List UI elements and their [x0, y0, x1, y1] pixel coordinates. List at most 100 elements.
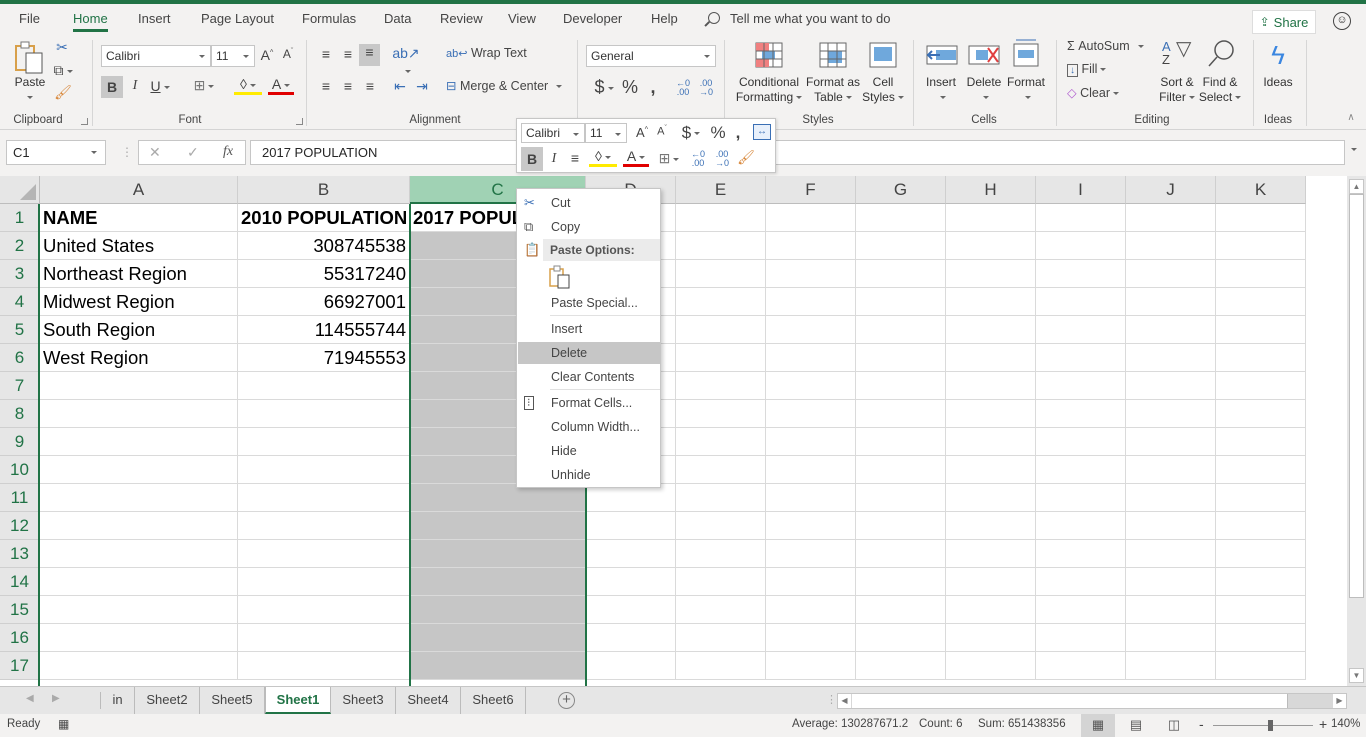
sheet-tab-in[interactable]: in — [101, 687, 135, 714]
zoom-level[interactable]: 140% — [1331, 718, 1360, 730]
zoom-in-button[interactable]: + — [1319, 716, 1327, 732]
cell-g11[interactable] — [856, 484, 946, 512]
cell-e9[interactable] — [676, 428, 766, 456]
cell-a16[interactable] — [40, 624, 238, 652]
format-cells-button[interactable]: Format — [1004, 75, 1048, 105]
zoom-out-button[interactable]: - — [1199, 716, 1204, 732]
sheet-tab-sheet1[interactable]: Sheet1 — [265, 687, 331, 714]
cell-j12[interactable] — [1126, 512, 1216, 540]
share-button[interactable]: ⇪ Share — [1252, 10, 1316, 34]
tab-formulas[interactable]: Formulas — [302, 11, 356, 26]
cell-i8[interactable] — [1036, 400, 1126, 428]
mini-fill-color-icon[interactable]: ◊ — [589, 148, 617, 167]
cell-a4[interactable]: Midwest Region — [40, 288, 238, 316]
row-header-10[interactable]: 10 — [0, 456, 40, 484]
cell-b10[interactable] — [238, 456, 410, 484]
mini-percent-button[interactable]: % — [709, 123, 727, 143]
cell-j14[interactable] — [1126, 568, 1216, 596]
cell-g17[interactable] — [856, 652, 946, 680]
menu-item-paste-special[interactable]: Paste Special... — [518, 292, 660, 314]
cell-h3[interactable] — [946, 260, 1036, 288]
cancel-entry-icon[interactable]: ✕ — [149, 144, 161, 161]
cell-b14[interactable] — [238, 568, 410, 596]
cell-k6[interactable] — [1216, 344, 1306, 372]
tab-split-grip-icon[interactable]: ⋮ — [826, 693, 837, 706]
sort-filter-button[interactable]: Sort & Filter — [1156, 75, 1198, 105]
autosum-button[interactable]: Σ AutoSum — [1067, 39, 1157, 53]
cell-f3[interactable] — [766, 260, 856, 288]
mini-align-center-icon[interactable]: ≡ — [567, 150, 583, 166]
cell-f12[interactable] — [766, 512, 856, 540]
row-header-14[interactable]: 14 — [0, 568, 40, 596]
cell-j2[interactable] — [1126, 232, 1216, 260]
cell-f5[interactable] — [766, 316, 856, 344]
cell-i10[interactable] — [1036, 456, 1126, 484]
cell-h6[interactable] — [946, 344, 1036, 372]
ideas-button[interactable]: Ideas — [1258, 75, 1298, 90]
cell-i16[interactable] — [1036, 624, 1126, 652]
cell-k7[interactable] — [1216, 372, 1306, 400]
expand-formula-bar-icon[interactable] — [1351, 148, 1357, 151]
align-center-icon[interactable]: ≡ — [340, 78, 356, 94]
cell-b9[interactable] — [238, 428, 410, 456]
row-header-16[interactable]: 16 — [0, 624, 40, 652]
format-as-table-button[interactable]: Format as Table — [804, 75, 862, 105]
sheet-tab-sheet4[interactable]: Sheet4 — [396, 687, 461, 714]
cell-a11[interactable] — [40, 484, 238, 512]
bold-button[interactable]: B — [101, 76, 123, 98]
cell-a10[interactable] — [40, 456, 238, 484]
sheet-tab-sheet6[interactable]: Sheet6 — [461, 687, 526, 714]
cell-k11[interactable] — [1216, 484, 1306, 512]
cell-g9[interactable] — [856, 428, 946, 456]
cell-c11[interactable] — [410, 484, 586, 512]
cut-icon[interactable]: ✂ — [54, 39, 70, 56]
cell-e8[interactable] — [676, 400, 766, 428]
paste-label[interactable]: Paste — [14, 75, 46, 90]
page-break-view-button[interactable]: ◫ — [1157, 714, 1191, 737]
cell-f17[interactable] — [766, 652, 856, 680]
format-painter-icon[interactable]: 🖌 — [54, 84, 72, 101]
cell-f10[interactable] — [766, 456, 856, 484]
increase-decimal-icon[interactable]: ←0.00 — [674, 79, 692, 97]
cell-c13[interactable] — [410, 540, 586, 568]
cell-g10[interactable] — [856, 456, 946, 484]
underline-button[interactable]: U — [148, 78, 172, 94]
cell-c15[interactable] — [410, 596, 586, 624]
insert-function-icon[interactable]: fx — [223, 144, 233, 160]
menu-item-copy[interactable]: ⧉ Copy — [518, 216, 660, 238]
comma-style-button[interactable]: , — [646, 77, 660, 98]
paste-option-keep-source-icon[interactable] — [549, 265, 571, 289]
mini-currency-button[interactable]: $ — [677, 123, 705, 143]
prev-sheet-icon[interactable]: ◀ — [26, 693, 34, 704]
cell-g1[interactable] — [856, 204, 946, 232]
cell-e17[interactable] — [676, 652, 766, 680]
tab-home[interactable]: Home — [73, 11, 108, 32]
cell-h8[interactable] — [946, 400, 1036, 428]
cell-j11[interactable] — [1126, 484, 1216, 512]
cell-i7[interactable] — [1036, 372, 1126, 400]
paste-dropdown[interactable] — [24, 90, 33, 105]
cell-d14[interactable] — [586, 568, 676, 596]
cell-i5[interactable] — [1036, 316, 1126, 344]
menu-item-cut[interactable]: ✂ Cut — [518, 192, 660, 214]
cell-b15[interactable] — [238, 596, 410, 624]
cell-b11[interactable] — [238, 484, 410, 512]
mini-borders-icon[interactable]: ⊞ — [655, 150, 683, 167]
cell-b16[interactable] — [238, 624, 410, 652]
cell-styles-button[interactable]: Cell Styles — [860, 75, 906, 105]
cell-i15[interactable] — [1036, 596, 1126, 624]
menu-item-unhide[interactable]: Unhide — [518, 464, 660, 486]
select-all-corner[interactable] — [0, 176, 40, 204]
paste-icon[interactable] — [14, 40, 46, 76]
cell-g5[interactable] — [856, 316, 946, 344]
vertical-scroll-thumb[interactable] — [1349, 194, 1364, 598]
cell-g15[interactable] — [856, 596, 946, 624]
copy-icon[interactable]: ⧉ — [52, 62, 74, 79]
cell-j15[interactable] — [1126, 596, 1216, 624]
cell-d16[interactable] — [586, 624, 676, 652]
column-header-k[interactable]: K — [1216, 176, 1306, 204]
mini-font-size-combo[interactable]: 11 — [585, 123, 627, 143]
cell-c16[interactable] — [410, 624, 586, 652]
sort-filter-icon[interactable]: A Z ▽ — [1162, 39, 1194, 70]
cell-b2[interactable]: 308745538 — [238, 232, 410, 260]
